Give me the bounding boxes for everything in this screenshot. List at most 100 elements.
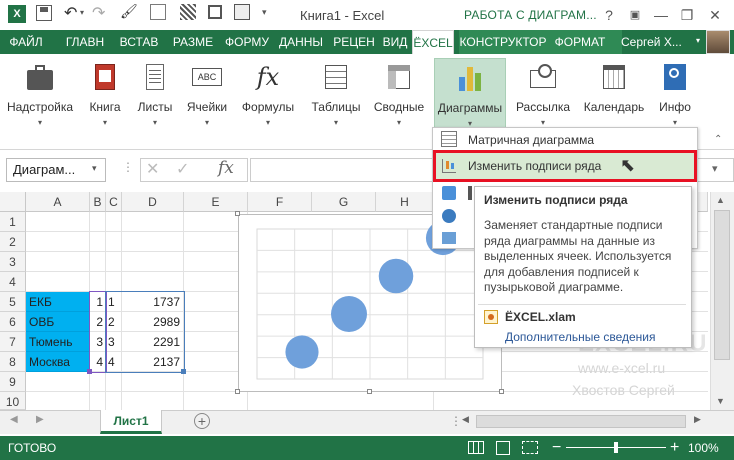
book-button[interactable]: Книга ▾ (84, 58, 126, 128)
tab-file[interactable]: ФАЙЛ (0, 30, 52, 54)
scroll-thumb[interactable] (714, 210, 730, 360)
next-sheet-icon[interactable]: ▶ (36, 414, 44, 425)
bubble-point[interactable] (378, 258, 414, 294)
menu-item-icon[interactable] (442, 209, 456, 223)
tab-view[interactable]: ВИД (380, 30, 410, 54)
collapse-ribbon-icon[interactable]: ⌃ (714, 134, 722, 145)
normal-view-icon[interactable] (468, 441, 484, 454)
enter-icon[interactable]: ✓ (176, 159, 189, 179)
menu-item-icon[interactable] (442, 232, 456, 244)
table-icon[interactable] (150, 4, 166, 20)
tab-layout[interactable]: РАЗМЕ (168, 30, 218, 54)
row-header[interactable]: 5 (0, 292, 26, 312)
undo-icon[interactable]: ↶ (64, 3, 77, 23)
bubble-point[interactable] (285, 335, 319, 369)
restore-button[interactable]: ❐ (676, 4, 698, 26)
column-header[interactable]: D (122, 192, 184, 212)
resize-handle[interactable] (235, 211, 240, 216)
zoom-out-icon[interactable]: − (552, 436, 561, 460)
tab-excel-addin[interactable]: ЁXCEL (412, 30, 454, 54)
menu-item-matrix-chart[interactable]: Матричная диаграмма (468, 128, 594, 152)
insert-function-icon[interactable]: fx (218, 158, 234, 178)
page-layout-icon[interactable] (496, 441, 510, 455)
close-button[interactable]: ✕ (704, 4, 726, 26)
tab-data[interactable]: ДАННЫ (276, 30, 326, 54)
border-icon[interactable] (208, 5, 222, 19)
resize-handle[interactable] (367, 389, 372, 394)
cell-a7[interactable]: Тюмень (26, 332, 90, 352)
column-header[interactable]: E (184, 192, 248, 212)
user-dropdown-icon[interactable]: ▾ (696, 36, 700, 45)
zoom-slider-thumb[interactable] (614, 442, 618, 453)
sheets-button[interactable]: Листы ▾ (134, 58, 176, 128)
tab-formulas[interactable]: ФОРМУ (222, 30, 272, 54)
column-header[interactable]: G (312, 192, 376, 212)
row-header[interactable]: 1 (0, 212, 26, 232)
column-header[interactable]: B (90, 192, 106, 212)
select-all-corner[interactable] (0, 192, 26, 212)
tooltip-more-info-link[interactable]: Дополнительные сведения (505, 330, 655, 344)
pattern-icon[interactable] (180, 4, 196, 20)
prev-sheet-icon[interactable]: ◀ (10, 414, 18, 425)
pivots-button[interactable]: Сводные ▾ (370, 58, 428, 128)
bubble-point[interactable] (331, 296, 367, 332)
column-header[interactable]: H (376, 192, 434, 212)
charts-button[interactable]: Диаграммы ▾ (434, 58, 506, 128)
name-box-dropdown-icon[interactable]: ▾ (92, 163, 97, 174)
sheet-tab-list1[interactable]: Лист1 (100, 410, 162, 434)
row-header[interactable]: 3 (0, 252, 26, 272)
redo-icon[interactable]: ↷ (92, 3, 105, 23)
tab-split-handle[interactable]: ⋮ (450, 414, 462, 428)
minimize-button[interactable]: — (650, 4, 672, 26)
name-box[interactable]: Диаграм... (6, 158, 106, 182)
info-button[interactable]: Инфо ▾ (654, 58, 696, 128)
tab-format[interactable]: ФОРМАТ (550, 30, 610, 54)
drag-handle-icon[interactable]: ⋮ (122, 160, 134, 174)
menu-item-truncated[interactable] (468, 186, 472, 200)
help-button[interactable]: ? (598, 4, 620, 26)
avatar[interactable] (706, 30, 730, 54)
cell-a6[interactable]: ОВБ (26, 312, 90, 332)
column-header[interactable]: F (248, 192, 312, 212)
resize-handle[interactable] (235, 389, 240, 394)
scroll-right-icon[interactable]: ▶ (694, 414, 701, 425)
cells-button[interactable]: ABC Ячейки ▾ (184, 58, 230, 128)
formulas-button[interactable]: fx Формулы ▾ (238, 58, 298, 128)
expand-formula-icon[interactable]: ▾ (712, 162, 718, 175)
tab-design[interactable]: КОНСТРУКТОР (459, 30, 547, 54)
add-sheet-icon[interactable]: + (194, 413, 210, 429)
horizontal-scroll-thumb[interactable] (476, 415, 686, 428)
row-header[interactable]: 10 (0, 392, 26, 410)
tables-button[interactable]: Таблицы ▾ (306, 58, 366, 128)
scroll-left-icon[interactable]: ◀ (462, 414, 469, 425)
scroll-down-icon[interactable]: ▼ (716, 396, 725, 406)
zoom-in-icon[interactable]: + (670, 436, 679, 460)
menu-item-edit-series-labels[interactable]: Изменить подписи ряда (468, 154, 601, 178)
row-header[interactable]: 9 (0, 372, 26, 392)
page-break-icon[interactable] (522, 441, 538, 454)
addins-button[interactable]: Надстройка ▾ (4, 58, 76, 128)
range-handle[interactable] (181, 369, 186, 374)
cell-a5[interactable]: ЕКБ (26, 292, 90, 312)
customize-toolbar-icon[interactable]: ▾ (262, 7, 267, 18)
resize-handle[interactable] (499, 389, 504, 394)
tab-home[interactable]: ГЛАВН (60, 30, 110, 54)
row-header[interactable]: 2 (0, 232, 26, 252)
user-name[interactable]: Сергей Х... (621, 30, 682, 54)
mailing-button[interactable]: Рассылка ▾ (512, 58, 574, 128)
excel-app-icon[interactable]: X (8, 5, 26, 23)
row-header[interactable]: 6 (0, 312, 26, 332)
undo-dropdown-icon[interactable]: ▾ (80, 8, 84, 17)
column-header[interactable]: C (106, 192, 122, 212)
cell-a8[interactable]: Москва (26, 352, 90, 372)
menu-item-icon[interactable] (442, 186, 456, 200)
zoom-level[interactable]: 100% (688, 436, 719, 460)
scroll-up-icon[interactable]: ▲ (716, 195, 725, 205)
save-icon[interactable] (36, 5, 52, 21)
ribbon-display-icon[interactable]: ▣ (624, 4, 646, 26)
tab-review[interactable]: РЕЦЕН (330, 30, 378, 54)
tab-insert[interactable]: ВСТАВ (114, 30, 164, 54)
row-header[interactable]: 7 (0, 332, 26, 352)
range-handle[interactable] (87, 369, 92, 374)
form-icon[interactable] (234, 4, 250, 20)
